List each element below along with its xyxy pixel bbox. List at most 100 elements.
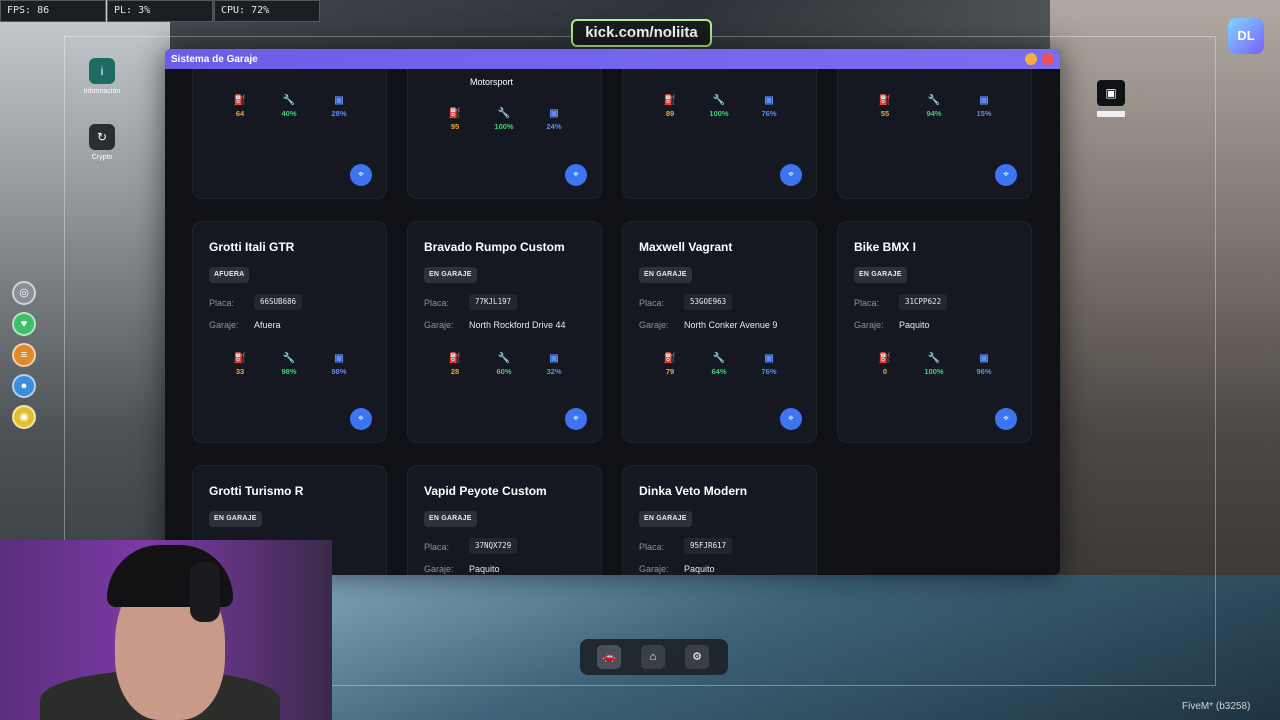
- vehicle-card[interactable]: ⛽ 89 🔧 100% ▣ 76% ⌖: [622, 69, 817, 199]
- title-bar[interactable]: Sistema de Garaje: [165, 49, 1060, 69]
- garage-window: Sistema de Garaje ⛽ 64 🔧 40% ▣ 28% ⌖ Motors…: [165, 49, 1060, 575]
- map-pin-icon: ⌖: [1003, 413, 1009, 424]
- fivem-build-label: FiveM* (b3258): [1182, 701, 1251, 712]
- engine-stat: 🔧 60%: [484, 353, 524, 376]
- vehicle-name: Maxwell Vagrant: [639, 240, 733, 254]
- app-crypto[interactable]: ↻ Crypto: [72, 124, 132, 174]
- vehicle-card[interactable]: Bike BMX I EN GARAJE Placa: 31CPP622 Gara…: [837, 221, 1032, 443]
- thirst-icon: ●: [12, 374, 36, 398]
- vehicle-name: Bravado Rumpo Custom: [424, 240, 565, 254]
- plate-value: 53GOE963: [684, 294, 733, 310]
- wrench-icon: 🔧: [927, 95, 941, 106]
- locate-button[interactable]: ⌖: [350, 408, 372, 430]
- map-pin-icon: ⌖: [788, 169, 794, 180]
- vehicle-card[interactable]: Maxwell Vagrant EN GARAJE Placa: 53GOE963…: [622, 221, 817, 443]
- status-badge: AFUERA: [209, 267, 250, 283]
- plate-row: Placa: 31CPP622: [854, 294, 948, 310]
- vehicle-card[interactable]: ⛽ 64 🔧 40% ▣ 28% ⌖: [192, 69, 387, 199]
- vehicle-name: Grotti Turismo R: [209, 484, 304, 498]
- plate-row: Placa: 66SUB686: [209, 294, 303, 310]
- garage-icon[interactable]: ⌂: [641, 645, 665, 669]
- vehicle-card[interactable]: Bravado Rumpo Custom EN GARAJE Placa: 77K…: [407, 221, 602, 443]
- vehicle-name: Grotti Itali GTR: [209, 240, 295, 254]
- garage-row: Garaje: Paquito: [639, 564, 715, 574]
- performance-hud: FPS: 86 PL: 3% CPU: 72%: [0, 0, 321, 22]
- vehicle-card[interactable]: Vapid Peyote Custom EN GARAJE Placa: 37NQ…: [407, 465, 602, 575]
- stamina-icon: ◉: [12, 405, 36, 429]
- status-badge: EN GARAJE: [639, 511, 692, 527]
- crypto-icon: ↻: [89, 124, 115, 150]
- status-badge: EN GARAJE: [209, 511, 262, 527]
- vehicle-card[interactable]: Motorsport ⛽ 95 🔧 100% ▣ 24% ⌖: [407, 69, 602, 199]
- map-pin-icon: ⌖: [788, 413, 794, 424]
- map-pin-icon: ⌖: [573, 413, 579, 424]
- engine-stat: 🔧 94%: [914, 95, 954, 118]
- car-body-icon: ▣: [334, 353, 344, 364]
- car-body-icon: ▣: [764, 95, 774, 106]
- vehicle-card[interactable]: Dinka Veto Modern EN GARAJE Placa: 95FJR6…: [622, 465, 817, 575]
- vehicle-name-fragment: Motorsport: [470, 77, 514, 87]
- fuel-pump-icon: ⛽: [448, 353, 462, 364]
- vehicle-name: Bike BMX I: [854, 240, 917, 254]
- wrench-icon: 🔧: [497, 108, 511, 119]
- info-icon: i: [89, 58, 115, 84]
- app-informacion[interactable]: i Información: [72, 58, 132, 108]
- garage-value: Paquito: [469, 564, 500, 574]
- webcam-feed: [0, 540, 332, 720]
- garage-value: Afuera: [254, 320, 281, 330]
- close-button[interactable]: [1042, 53, 1054, 65]
- status-badge: EN GARAJE: [424, 267, 477, 283]
- vehicle-name: Dinka Veto Modern: [639, 484, 748, 498]
- engine-stat: 🔧 100%: [699, 95, 739, 118]
- wrench-icon: 🔧: [712, 95, 726, 106]
- vehicle-card[interactable]: ⛽ 55 🔧 94% ▣ 15% ⌖: [837, 69, 1032, 199]
- car-body-icon: ▣: [549, 353, 559, 364]
- plate-value: 66SUB686: [254, 294, 303, 310]
- body-stat: ▣ 96%: [964, 353, 1004, 376]
- body-stat: ▣ 76%: [749, 95, 789, 118]
- fuel-stat: ⛽ 79: [650, 353, 690, 376]
- fuel-pump-icon: ⛽: [663, 95, 677, 106]
- vehicle-card[interactable]: Grotti Itali GTR AFUERA Placa: 66SUB686 G…: [192, 221, 387, 443]
- plate-value: 37NQX729: [469, 538, 518, 554]
- plate-row: Placa: 77KJL197: [424, 294, 518, 310]
- map-pin-icon: ⌖: [1003, 169, 1009, 180]
- fuel-stat: ⛽ 89: [650, 95, 690, 118]
- fuel-pump-icon: ⛽: [448, 108, 462, 119]
- body-stat: ▣ 32%: [534, 353, 574, 376]
- engine-stat: 🔧 100%: [914, 353, 954, 376]
- hunger-icon: ≡: [12, 343, 36, 367]
- lock-icon[interactable]: ▣: [1097, 80, 1125, 106]
- fuel-stat: ⛽ 95: [435, 108, 475, 131]
- engine-stat: 🔧 40%: [269, 95, 309, 118]
- body-stat: ▣ 24%: [534, 108, 574, 131]
- locate-button[interactable]: ⌖: [350, 164, 372, 186]
- locate-button[interactable]: ⌖: [565, 164, 587, 186]
- locate-button[interactable]: ⌖: [780, 408, 802, 430]
- garage-row: Garaje: North Rockford Drive 44: [424, 320, 566, 330]
- stream-badge: kick.com/noliita: [571, 19, 712, 47]
- map-pin-icon: ⌖: [358, 413, 364, 424]
- garage-row: Garaje: North Conker Avenue 9: [639, 320, 778, 330]
- server-logo-icon: DL: [1228, 18, 1264, 54]
- locate-button[interactable]: ⌖: [780, 164, 802, 186]
- minimize-button[interactable]: [1025, 53, 1037, 65]
- status-badge: EN GARAJE: [424, 511, 477, 527]
- fuel-pump-icon: ⛽: [233, 353, 247, 364]
- car-icon[interactable]: 🚗: [597, 645, 621, 669]
- fps-counter: FPS: 86: [0, 0, 106, 22]
- vehicle-grid[interactable]: ⛽ 64 🔧 40% ▣ 28% ⌖ Motorsport ⛽ 95 🔧 100% ▣ 24…: [165, 69, 1060, 575]
- settings-icon[interactable]: ⚙: [685, 645, 709, 669]
- garage-value: North Rockford Drive 44: [469, 320, 566, 330]
- status-badge: EN GARAJE: [854, 267, 907, 283]
- locate-button[interactable]: ⌖: [995, 408, 1017, 430]
- locate-button[interactable]: ⌖: [995, 164, 1017, 186]
- fuel-stat: ⛽ 64: [220, 95, 260, 118]
- wrench-icon: 🔧: [282, 95, 296, 106]
- map-pin-icon: ⌖: [358, 169, 364, 180]
- wrench-icon: 🔧: [497, 353, 511, 364]
- fuel-stat: ⛽ 55: [865, 95, 905, 118]
- plate-row: Placa: 37NQX729: [424, 538, 518, 554]
- locate-button[interactable]: ⌖: [565, 408, 587, 430]
- engine-stat: 🔧 64%: [699, 353, 739, 376]
